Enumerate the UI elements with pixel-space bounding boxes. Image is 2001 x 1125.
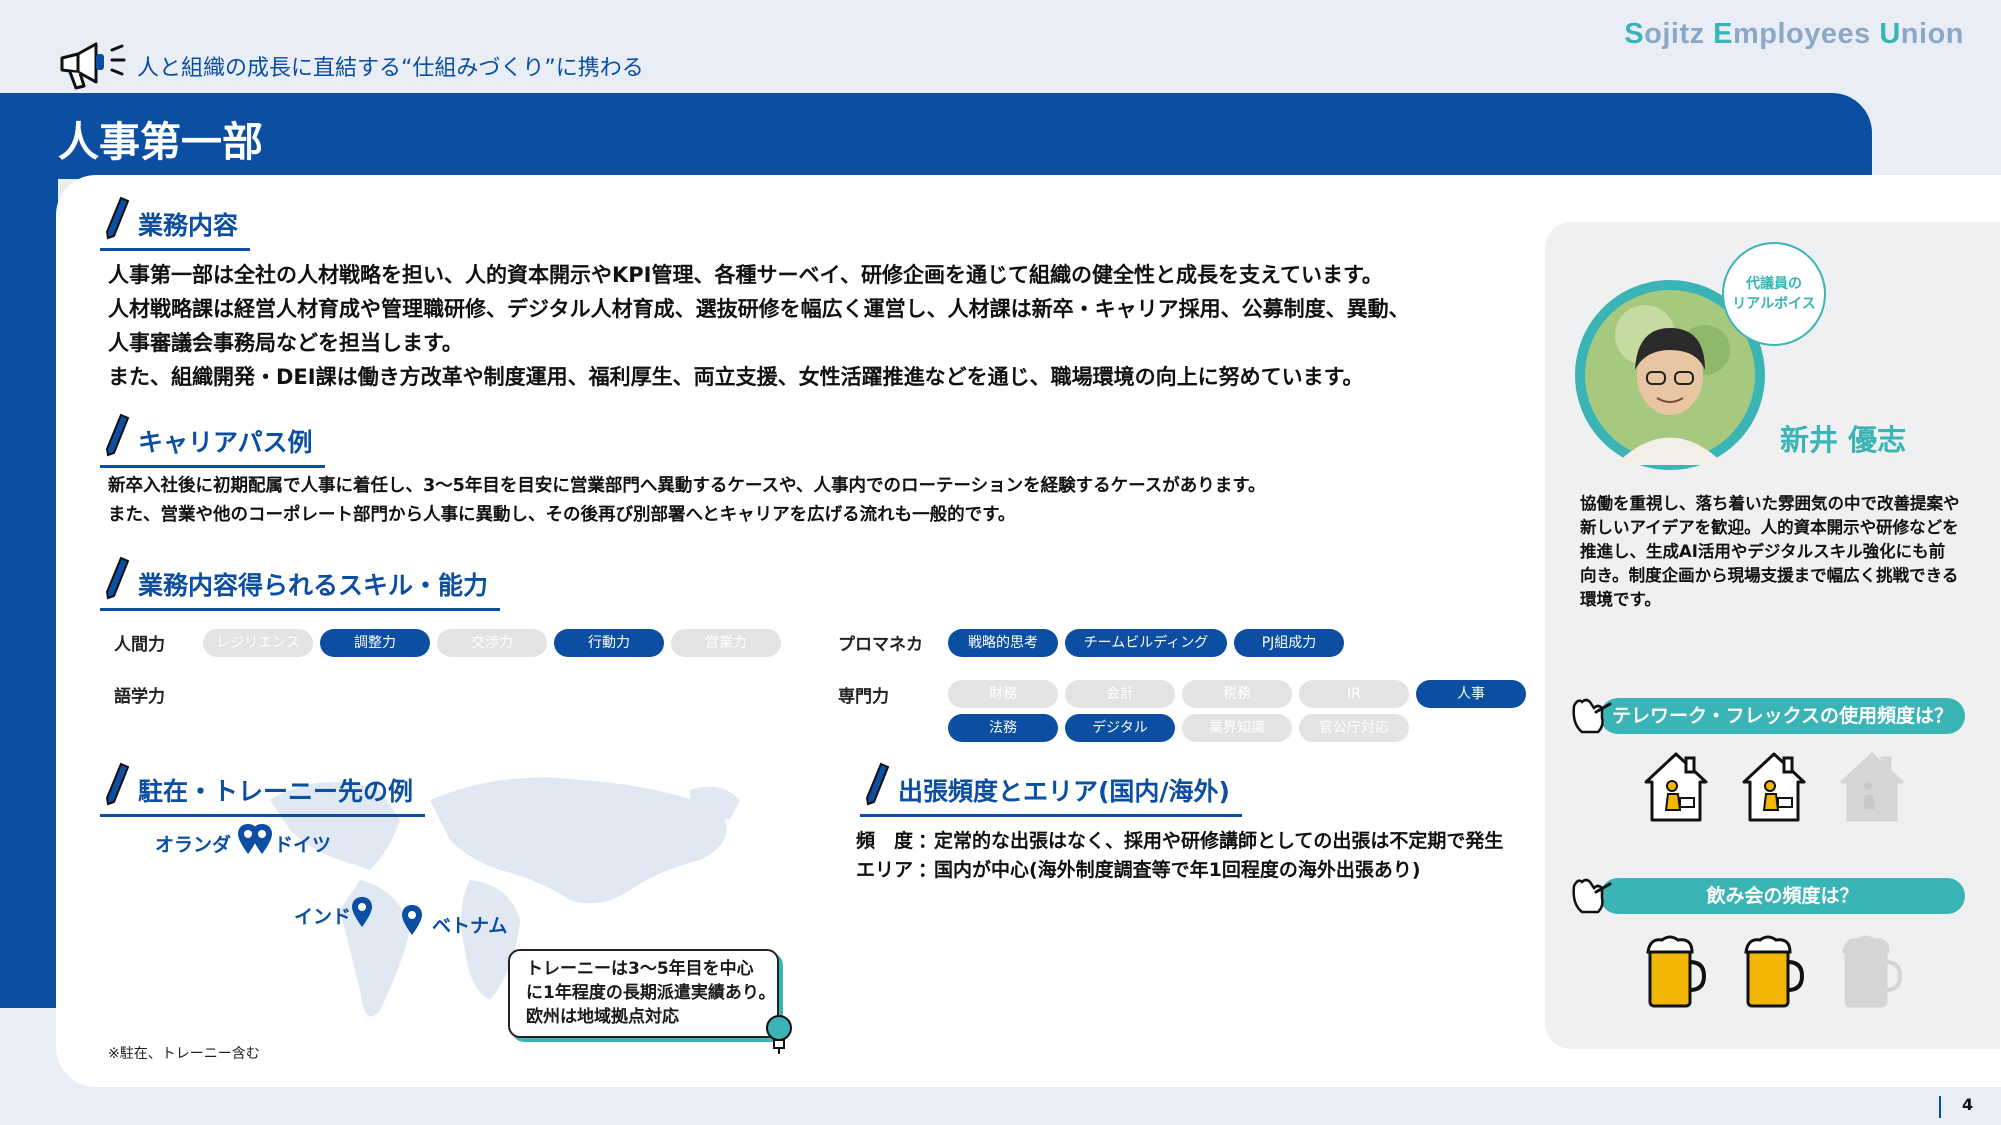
- drinking-question: 飲み会の頻度は？: [1600, 878, 1965, 914]
- home-icon: [1738, 748, 1810, 828]
- skill-group-label: 人間力: [114, 635, 165, 655]
- home-icon: [1640, 748, 1712, 828]
- skill-pill: 税務: [1182, 680, 1292, 708]
- skill-pill: 財務: [948, 680, 1058, 708]
- pencil-icon: [105, 196, 130, 240]
- pencil-icon: [105, 413, 130, 457]
- section-heading-overseas: 駐在・トレーニー先の例: [100, 762, 426, 817]
- skill-pill: 業界知識: [1182, 714, 1292, 742]
- skill-pill: チームビルディング: [1065, 629, 1227, 657]
- career-description: 新卒入社後に初期配属で人事に着任し、3～5年目を目安に営業部門へ異動するケースや…: [108, 476, 1266, 525]
- title-banner: [0, 93, 1872, 179]
- home-icon: [1836, 748, 1908, 828]
- skill-pill: 官公庁対応: [1299, 714, 1409, 742]
- city-label: ドイツ: [274, 834, 332, 856]
- representative-name: 新井 優志: [1780, 423, 1907, 457]
- page-title: 人事第一部: [58, 118, 263, 166]
- pencil-icon: [105, 556, 130, 600]
- city-label: ベトナム: [432, 915, 508, 937]
- skill-group-label: 語学力: [114, 687, 165, 707]
- city-label: オランダ: [155, 834, 232, 856]
- section-heading-work: 業務内容: [100, 196, 251, 251]
- section-heading-skills: 業務内容得られるスキル・能力: [100, 556, 501, 611]
- skill-pill: 営業力: [671, 629, 781, 657]
- skill-pill: デジタル: [1065, 714, 1175, 742]
- telework-question: テレワーク・フレックスの使用頻度は？: [1600, 698, 1965, 734]
- skill-pill: PJ組成力: [1234, 629, 1344, 657]
- lightbulb-icon: [766, 1015, 792, 1054]
- skill-pill: 会計: [1065, 680, 1175, 708]
- beer-mug-icon: [1836, 932, 1908, 1016]
- skill-group-label: プロマネカ: [838, 635, 923, 655]
- tagline: 人と組織の成長に直結する“仕組みづくり”に携わる: [137, 56, 644, 81]
- representative-comment: 協働を重視し、落ち着いた雰囲気の中で改善提案や新しいアイデアを歓迎。人的資本開示…: [1580, 494, 1960, 609]
- left-accent-bar: [0, 170, 58, 1008]
- skill-pill: 調整力: [320, 629, 430, 657]
- skill-pill: 人事: [1416, 680, 1526, 708]
- skill-pill: 法務: [948, 714, 1058, 742]
- travel-area-value: 国内が中心(海外制度調査等で年1回程度の海外出張あり): [934, 859, 1421, 881]
- section-heading-career: キャリアパス例: [100, 413, 325, 468]
- map-pin-icon: [252, 824, 272, 854]
- megaphone-icon: [60, 42, 126, 90]
- footnote: ※駐在、トレーニー含む: [108, 1046, 260, 1062]
- skill-pill: 交渉力: [437, 629, 547, 657]
- work-description: 人事第一部は全社の人材戦略を担い、人的資本開示やKPI管理、各種サーベイ、研修企…: [108, 263, 1410, 389]
- trainee-note: トレーニーは3～5年目を中心 に1年程度の長期派遣実績あり。 欧州は地域拠点対応: [508, 949, 779, 1038]
- beer-mug-icon: [1640, 932, 1712, 1016]
- pointing-hand-icon: [1572, 698, 1612, 734]
- pencil-icon: [865, 762, 890, 806]
- skill-pill: 行動力: [554, 629, 664, 657]
- pointing-hand-icon: [1572, 878, 1612, 914]
- pencil-icon: [105, 762, 130, 806]
- section-heading-travel: 出張頻度とエリア(国内/海外): [860, 762, 1242, 817]
- skill-pill: IR: [1299, 680, 1409, 708]
- map-pin-icon: [352, 897, 372, 927]
- city-label: インド: [294, 906, 352, 928]
- travel-area-label: エリア: [856, 859, 914, 881]
- skill-pill: 戦略的思考: [948, 629, 1058, 657]
- map-pin-icon: [402, 905, 422, 935]
- drinking-rating: [1640, 932, 1934, 1016]
- travel-frequency-value: 定常的な出張はなく、採用や研修講師としての出張は不定期で発生: [934, 830, 1504, 852]
- beer-mug-icon: [1738, 932, 1810, 1016]
- skill-group-label: 専門力: [838, 687, 889, 707]
- travel-frequency-label: 頻 度: [856, 830, 914, 852]
- page-number-divider: [1939, 1096, 1941, 1118]
- page-number: 4: [1962, 1095, 1974, 1114]
- skill-pill: レジリエンス: [203, 629, 313, 657]
- telework-rating: [1640, 748, 1934, 828]
- voice-bubble: 代議員の リアルボイス: [1722, 242, 1826, 346]
- brand-logo: Sojitz Employees Union: [1624, 18, 1964, 50]
